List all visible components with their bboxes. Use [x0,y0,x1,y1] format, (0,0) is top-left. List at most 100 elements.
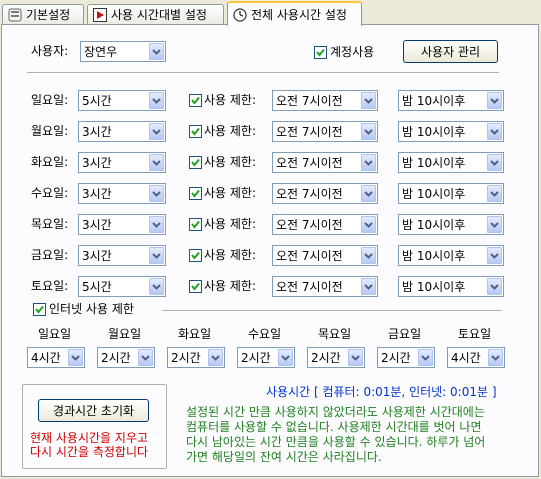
internet-day-label-saturday: 토요일 [458,327,492,341]
usage-limit-checkbox-monday[interactable] [189,125,202,138]
chevron-down-icon [487,247,502,264]
chevron-down-icon [348,349,363,366]
user-select[interactable]: 장연우 [80,41,166,62]
daily-hours-select-monday[interactable]: 3시간 [78,121,166,142]
internet-day-label-tuesday: 화요일 [178,327,212,341]
chevron-down-icon [361,92,376,109]
chevron-down-icon [487,154,502,171]
reset-elapsed-time-button[interactable]: 경과시간 초기화 [38,399,149,422]
chevron-down-icon [487,278,502,295]
limit-end-select-tuesday[interactable]: 밤 10시이후 [398,152,504,173]
limit-start-select-friday[interactable]: 오전 7시이전 [272,245,378,266]
chevron-down-icon [418,349,433,366]
limit-end-select-friday[interactable]: 밤 10시이후 [398,245,504,266]
limit-end-select-sunday-value: 밤 10시이후 [402,94,466,108]
user-label: 사용자: [31,44,69,58]
day-label-tuesday: 화요일: [31,155,69,169]
user-manage-button[interactable]: 사용자 관리 [403,40,498,63]
daily-hours-select-friday[interactable]: 3시간 [78,245,166,266]
chevron-down-icon [278,349,293,366]
daily-hours-select-sunday[interactable]: 5시간 [78,90,166,111]
internet-hours-select-wednesday[interactable]: 2시간 [237,347,295,368]
chevron-down-icon [149,278,164,295]
usage-limit-checkbox-thursday[interactable] [189,218,202,231]
internet-hours-select-friday[interactable]: 2시간 [377,347,435,368]
daily-hours-select-thursday[interactable]: 3시간 [78,214,166,235]
internet-day-label-wednesday: 수요일 [248,327,282,341]
limit-start-select-wednesday[interactable]: 오전 7시이전 [272,183,378,204]
chevron-down-icon [361,247,376,264]
tab-time-period-settings[interactable]: 사용 시간대별 설정 [87,4,224,24]
limit-start-select-saturday[interactable]: 오전 7시이전 [272,276,378,297]
usage-limit-checkbox-wednesday[interactable] [189,187,202,200]
internet-limit-checkbox[interactable] [33,303,46,316]
chevron-down-icon [361,123,376,140]
limit-end-select-thursday-value: 밤 10시이후 [402,218,466,232]
account-use-checkbox[interactable] [314,46,327,59]
gear-tab-icon [8,8,22,22]
limit-end-select-wednesday[interactable]: 밤 10시이후 [398,183,504,204]
usage-status: 사용시간 [ 컴퓨터: 0:01분, 인터넷: 0:01분 ] [266,385,497,399]
info-line-2: 컴퓨터를 사용할 수 없습니다. 사용제한 시간대를 벗어 나면 [186,420,482,434]
info-line-4: 가면 해당일의 잔여 시간은 사라집니다. [186,450,382,464]
account-use-label: 계정사용 [330,45,375,59]
daily-hours-select-saturday[interactable]: 5시간 [78,276,166,297]
limit-end-select-monday-value: 밤 10시이후 [402,125,466,139]
divider [27,72,499,74]
internet-hours-select-monday[interactable]: 2시간 [97,347,155,368]
info-line-3: 다시 남아있는 시간 만큼을 사용할 수 있습니다. 하루가 넘어 [186,435,486,449]
divider [162,310,502,312]
limit-start-select-tuesday[interactable]: 오전 7시이전 [272,152,378,173]
usage-limit-checkbox-friday[interactable] [189,249,202,262]
usage-limit-checkbox-tuesday[interactable] [189,156,202,169]
limit-end-select-saturday[interactable]: 밤 10시이후 [398,276,504,297]
daily-hours-select-friday-value: 3시간 [82,249,112,263]
daily-hours-select-saturday-value: 5시간 [82,280,112,294]
internet-hours-select-tuesday[interactable]: 2시간 [167,347,225,368]
limit-end-select-monday[interactable]: 밤 10시이후 [398,121,504,142]
limit-start-select-thursday-value: 오전 7시이전 [276,218,343,232]
limit-start-select-friday-value: 오전 7시이전 [276,249,343,263]
reset-note-line2: 다시 시간을 측정합니다 [30,445,149,459]
limit-end-select-tuesday-value: 밤 10시이후 [402,156,466,170]
internet-hours-select-friday-value: 2시간 [381,351,411,365]
internet-day-label-monday: 월요일 [108,327,142,341]
limit-start-select-thursday[interactable]: 오전 7시이전 [272,214,378,235]
limit-start-select-sunday-value: 오전 7시이전 [276,94,343,108]
limit-start-select-sunday[interactable]: 오전 7시이전 [272,90,378,111]
chevron-down-icon [149,216,164,233]
daily-hours-select-wednesday[interactable]: 3시간 [78,183,166,204]
usage-limit-checkbox-sunday[interactable] [189,94,202,107]
daily-hours-select-tuesday[interactable]: 3시간 [78,152,166,173]
internet-hours-select-saturday[interactable]: 4시간 [447,347,505,368]
chevron-down-icon [149,247,164,264]
tab-label: 기본설정 [26,8,71,22]
limit-start-select-monday[interactable]: 오전 7시이전 [272,121,378,142]
internet-hours-select-sunday-value: 4시간 [31,351,61,365]
day-label-friday: 금요일: [31,248,69,262]
tab-basic-settings[interactable]: 기본설정 [2,4,84,24]
internet-hours-select-sunday[interactable]: 4시간 [27,347,85,368]
usage-limit-label-saturday: 사용 제한: [204,279,257,293]
day-label-monday: 월요일: [31,124,69,138]
play-tab-icon [93,7,107,22]
usage-limit-checkbox-saturday[interactable] [189,280,202,293]
chevron-down-icon [488,349,503,366]
chevron-down-icon [361,185,376,202]
internet-hours-select-thursday[interactable]: 2시간 [307,347,365,368]
tab-label: 사용 시간대별 설정 [111,8,207,22]
chevron-down-icon [149,185,164,202]
chevron-down-icon [138,349,153,366]
usage-limit-label-wednesday: 사용 제한: [204,186,257,200]
usage-limit-label-tuesday: 사용 제한: [204,155,257,169]
limit-end-select-sunday[interactable]: 밤 10시이후 [398,90,504,111]
info-line-1: 설정된 시간 만큼 사용하지 않았더라도 사용제한 시간대에는 [186,405,485,419]
daily-hours-select-thursday-value: 3시간 [82,218,112,232]
daily-hours-select-monday-value: 3시간 [82,125,112,139]
limit-end-select-thursday[interactable]: 밤 10시이후 [398,214,504,235]
internet-day-label-sunday: 일요일 [38,327,72,341]
tab-total-usage-settings[interactable]: 전체 사용시간 설정 [227,1,362,26]
limit-start-select-monday-value: 오전 7시이전 [276,125,343,139]
limit-start-select-saturday-value: 오전 7시이전 [276,280,343,294]
chevron-down-icon [361,278,376,295]
